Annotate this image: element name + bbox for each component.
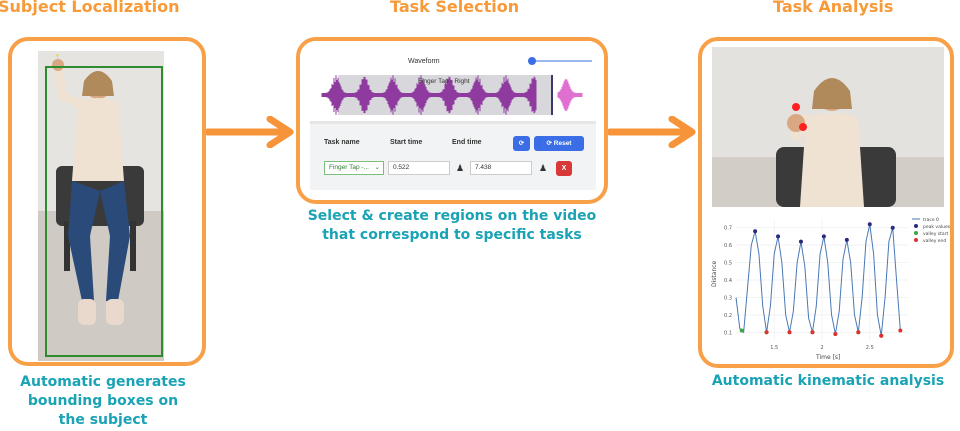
- x-tick-label: 2: [820, 345, 823, 351]
- arrow-right-icon: [608, 116, 696, 148]
- y-tick-label: 0.7: [724, 226, 732, 232]
- chart-point-valley-start: [739, 328, 744, 333]
- task-select-value: Finger Tap -...: [329, 164, 369, 171]
- task-name-select[interactable]: Finger Tap -... ⌄: [324, 161, 384, 175]
- x-tick-label: 1.5: [770, 345, 778, 351]
- series-line-trace-0: [735, 224, 901, 336]
- chart-point-peak-values: [798, 239, 803, 244]
- task-analysis-panel: 0.1 0.2 0.3 0.4 0.5 0.6 0.7 1.5 2 2.5 Time [s] Di…: [698, 37, 954, 368]
- tracking-marker: [792, 103, 800, 111]
- chart-legend: trace 0peak valuesvalley startvalley end: [912, 217, 951, 244]
- region-label: Finger Tap - Right: [418, 78, 470, 85]
- y-tick-label: 0.4: [724, 278, 732, 284]
- svg-text:↑: ↑: [54, 53, 61, 62]
- caption-line: that correspond to specific tasks: [322, 227, 582, 243]
- chart-point-valley-end: [833, 332, 838, 337]
- chart-point-peak-values: [867, 222, 872, 227]
- y-tick-label: 0.6: [724, 243, 732, 249]
- column-end-time: End time: [452, 139, 482, 146]
- chart-point-valley-end: [764, 330, 769, 335]
- legend-swatch: [914, 224, 918, 228]
- chart-ylabel: Distance: [711, 260, 718, 287]
- caption-subject-localization: Automatic generates bounding boxes on th…: [18, 373, 188, 430]
- y-tick-label: 0.3: [724, 295, 732, 301]
- end-time-input[interactable]: 7.438: [470, 161, 532, 175]
- subject-localization-panel: ↑: [8, 37, 206, 366]
- y-tick-label: 0.1: [724, 330, 732, 336]
- legend-entry: peak values: [923, 224, 951, 230]
- waveform-panel: Waveform ◂ ▸ Finger Tap - Right: [300, 41, 604, 129]
- chart-point-valley-end: [856, 330, 861, 335]
- task-selection-panel: Waveform ◂ ▸ Finger Tap - Right Task nam…: [296, 37, 608, 204]
- legend-swatch: [914, 238, 918, 242]
- task-table: Task name Start time End time ⟳ ⟳ Reset …: [310, 124, 596, 190]
- kinematic-chart: 0.1 0.2 0.3 0.4 0.5 0.6 0.7 1.5 2 2.5 Time [s] Di…: [711, 217, 951, 361]
- caption-line: Automatic generates: [20, 374, 186, 390]
- chart-point-peak-values: [753, 229, 758, 234]
- column-start-time: Start time: [390, 139, 423, 146]
- chart-point-peak-values: [844, 237, 849, 242]
- chart-xlabel: Time [s]: [815, 354, 840, 361]
- legend-entry: valley start: [923, 231, 948, 237]
- y-tick-label: 0.5: [724, 261, 732, 267]
- legend-swatch: [914, 231, 918, 235]
- stage-title-task-selection: Task Selection: [390, 0, 520, 16]
- caption-task-selection: Select & create regions on the video tha…: [300, 207, 604, 245]
- legend-entry: valley end: [923, 238, 946, 244]
- chart-point-valley-end: [879, 333, 884, 338]
- chart-point-peak-values: [890, 225, 895, 230]
- caption-line: bounding boxes on: [27, 393, 179, 409]
- caption-line: Select & create regions on the video: [307, 208, 597, 224]
- person-icon[interactable]: ♟: [456, 163, 464, 174]
- caption-line: the subject: [58, 412, 148, 428]
- arrow-right-icon: [206, 116, 294, 148]
- chart-point-valley-end: [898, 328, 903, 333]
- stage-title-task-analysis: Task Analysis: [773, 0, 894, 16]
- stage-title-subject-localization: Subject Localization: [0, 0, 180, 16]
- tracking-marker: [799, 123, 807, 131]
- reset-button[interactable]: ⟳ Reset: [534, 136, 584, 151]
- analysis-video-frame: [712, 47, 944, 207]
- chevron-down-icon: ⌄: [374, 164, 380, 171]
- start-time-input[interactable]: 0.522: [388, 161, 450, 175]
- person-icon[interactable]: ♟: [539, 163, 547, 174]
- caption-line: Automatic kinematic analysis: [711, 373, 945, 389]
- reset-label: Reset: [553, 140, 572, 147]
- waveform-view[interactable]: ◂ ▸: [300, 41, 604, 131]
- chart-point-valley-end: [787, 330, 792, 335]
- caption-task-analysis: Automatic kinematic analysis: [700, 372, 956, 391]
- y-tick-label: 0.2: [724, 313, 732, 319]
- chart-point-valley-end: [810, 330, 815, 335]
- delete-button[interactable]: X: [556, 161, 572, 176]
- legend-entry: trace 0: [923, 217, 939, 223]
- column-task-name: Task name: [324, 139, 360, 146]
- refresh-icon-button[interactable]: ⟳: [513, 136, 530, 151]
- zoom-slider-handle: [528, 57, 536, 65]
- chart-point-peak-values: [821, 234, 826, 239]
- x-tick-label: 2.5: [866, 345, 874, 351]
- chart-point-peak-values: [776, 234, 781, 239]
- subject-video-frame: ↑: [38, 51, 164, 361]
